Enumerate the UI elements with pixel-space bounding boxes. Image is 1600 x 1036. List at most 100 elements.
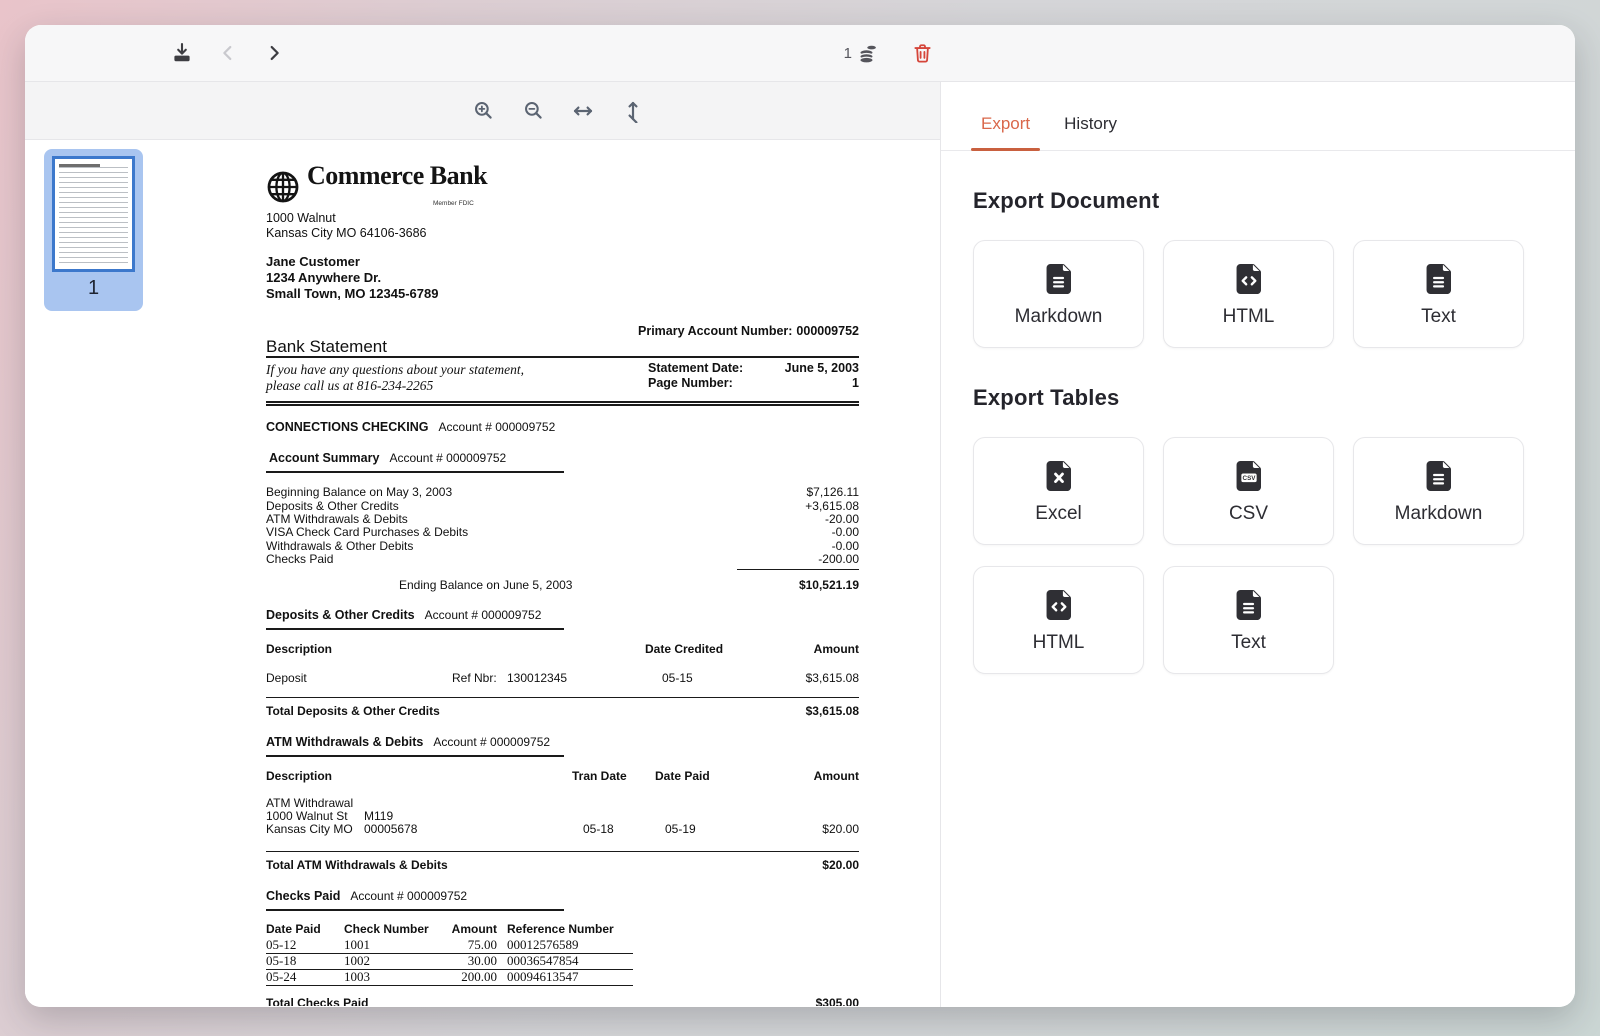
export-tables-markdown-card[interactable]: Markdown [1353,437,1524,545]
export-tables-csv-card[interactable]: CSV CSV [1163,437,1334,545]
zoom-out-button[interactable] [520,98,546,124]
coins-stack-icon [855,40,881,66]
bank-brand: Commerce Bank Member FDIC [266,169,859,205]
col-amount: Amount [411,923,497,936]
account-summary-title: Account Summary [269,451,379,465]
summary-value: -0.00 [832,526,859,539]
chevron-left-icon [217,42,239,64]
check-number: 1001 [344,938,370,951]
account-number: Account # 000009752 [350,889,467,903]
summary-label: Beginning Balance on May 3, 2003 [266,486,452,499]
page-number-label: Page Number: [648,377,733,390]
html-file-icon [1231,261,1267,297]
page-number-value: 1 [852,377,859,390]
statement-note-block: If you have any questions about your sta… [266,358,859,401]
export-tables-excel-card[interactable]: Excel [973,437,1144,545]
customer-address-line1: 1234 Anywhere Dr. [266,270,859,286]
check-row: 05-24 1003 200.00 00094613547 [266,970,633,986]
card-label: CSV [1229,503,1268,525]
summary-label: VISA Check Card Purchases & Debits [266,526,468,539]
summary-row: Beginning Balance on May 3, 2003$7,126.1… [266,486,859,499]
col-date-paid: Date Paid [266,923,321,936]
card-label: Markdown [1015,306,1103,328]
download-icon [170,41,194,65]
summary-row: ATM Withdrawals & Debits-20.00 [266,513,859,526]
account-number: Account # 000009752 [433,735,550,749]
statement-page: Commerce Bank Member FDIC 1000 Walnut Ka… [266,169,859,1006]
check-reference: 00094613547 [507,970,579,983]
summary-value: -200.00 [818,553,859,566]
divider [737,569,859,570]
col-date-paid: Date Paid [655,770,710,783]
bank-name: Commerce Bank [307,161,487,190]
atm-title: ATM Withdrawals & Debits [266,735,423,749]
note-line2: please call us at 816-234-2265 [266,378,859,394]
text-file-icon [1421,261,1457,297]
check-number: 1003 [344,970,370,983]
checks-total-label: Total Checks Paid [266,997,368,1006]
summary-label: Withdrawals & Other Debits [266,540,413,553]
card-label: HTML [1033,632,1085,654]
delete-document-button[interactable] [909,40,935,66]
export-tables-text-card[interactable]: Text [1163,566,1334,674]
html-file-icon [1041,587,1077,623]
export-doc-text-card[interactable]: Text [1353,240,1524,348]
summary-value: -20.00 [825,513,859,526]
check-date: 05-24 [266,970,296,983]
page-stack-count: 1 [844,45,852,62]
prev-page-button[interactable] [215,40,241,66]
zoom-out-icon [522,99,545,122]
tab-export[interactable]: Export [969,108,1042,150]
ref-nbr-label: Ref Nbr: [452,672,497,685]
download-button[interactable] [169,40,195,66]
page-thumbnail-1[interactable]: 1 [44,149,143,311]
atm-title-row: ATM Withdrawals & Debits Account # 000009… [266,736,859,749]
customer-name: Jane Customer [266,254,859,270]
export-tables-html-card[interactable]: HTML [973,566,1144,674]
zoom-in-button[interactable] [470,98,496,124]
atm-total-value: $20.00 [822,859,859,872]
fit-width-button[interactable] [570,98,596,124]
note-line1: If you have any questions about your sta… [266,362,859,378]
next-page-button[interactable] [261,40,287,66]
export-panel: Export History Export Document Markdown [940,82,1575,1007]
page-stack-indicator[interactable]: 1 [844,40,881,66]
account-number: Account # 000009752 [439,420,556,434]
trash-icon [911,42,934,65]
deposits-header-row: Description Date Credited Amount [266,643,859,657]
text-file-icon [1231,587,1267,623]
divider [266,851,859,852]
atm-row: ATM Withdrawal 1000 Walnut St M119 Kansa… [266,797,859,837]
deposits-total-value: $3,615.08 [806,705,859,718]
summary-label: Checks Paid [266,553,333,566]
divider [266,697,859,698]
document-canvas: 1 Commerce Bank Member FDIC [25,140,940,1006]
fit-height-button[interactable] [620,98,646,124]
checks-title-row: Checks PaidAccount # 000009752 [266,890,859,903]
bank-address: 1000 Walnut Kansas City MO 64106-3686 [266,211,859,241]
check-row: 05-12 1001 75.00 00012576589 [266,938,633,954]
globe-logo-icon [266,170,300,204]
divider [266,755,564,757]
deposit-row: Deposit Ref Nbr: 130012345 05-15 $3,615.… [266,672,859,686]
summary-row: Checks Paid -200.00 [266,553,859,566]
tab-history[interactable]: History [1052,108,1129,150]
summary-row: Withdrawals & Other Debits-0.00 [266,540,859,553]
card-label: Text [1231,632,1266,654]
atm-reference: 00005678 [364,823,417,836]
divider [266,909,564,911]
atm-date-paid: 05-19 [665,823,696,836]
app-window: 1 [25,25,1575,1007]
col-description: Description [266,642,332,656]
fit-height-icon [621,99,645,123]
deposit-description: Deposit [266,671,307,685]
customer-address: Jane Customer 1234 Anywhere Dr. Small To… [266,254,859,302]
export-tables-cards-row2: HTML Text [973,566,1575,674]
export-doc-html-card[interactable]: HTML [1163,240,1334,348]
account-type-row: CONNECTIONS CHECKINGAccount # 000009752 [266,421,859,434]
export-document-cards: Markdown HTML Text [973,240,1575,348]
export-doc-markdown-card[interactable]: Markdown [973,240,1144,348]
export-document-heading: Export Document [973,188,1575,214]
deposits-total-label: Total Deposits & Other Credits [266,705,440,718]
markdown-file-icon [1421,458,1457,494]
